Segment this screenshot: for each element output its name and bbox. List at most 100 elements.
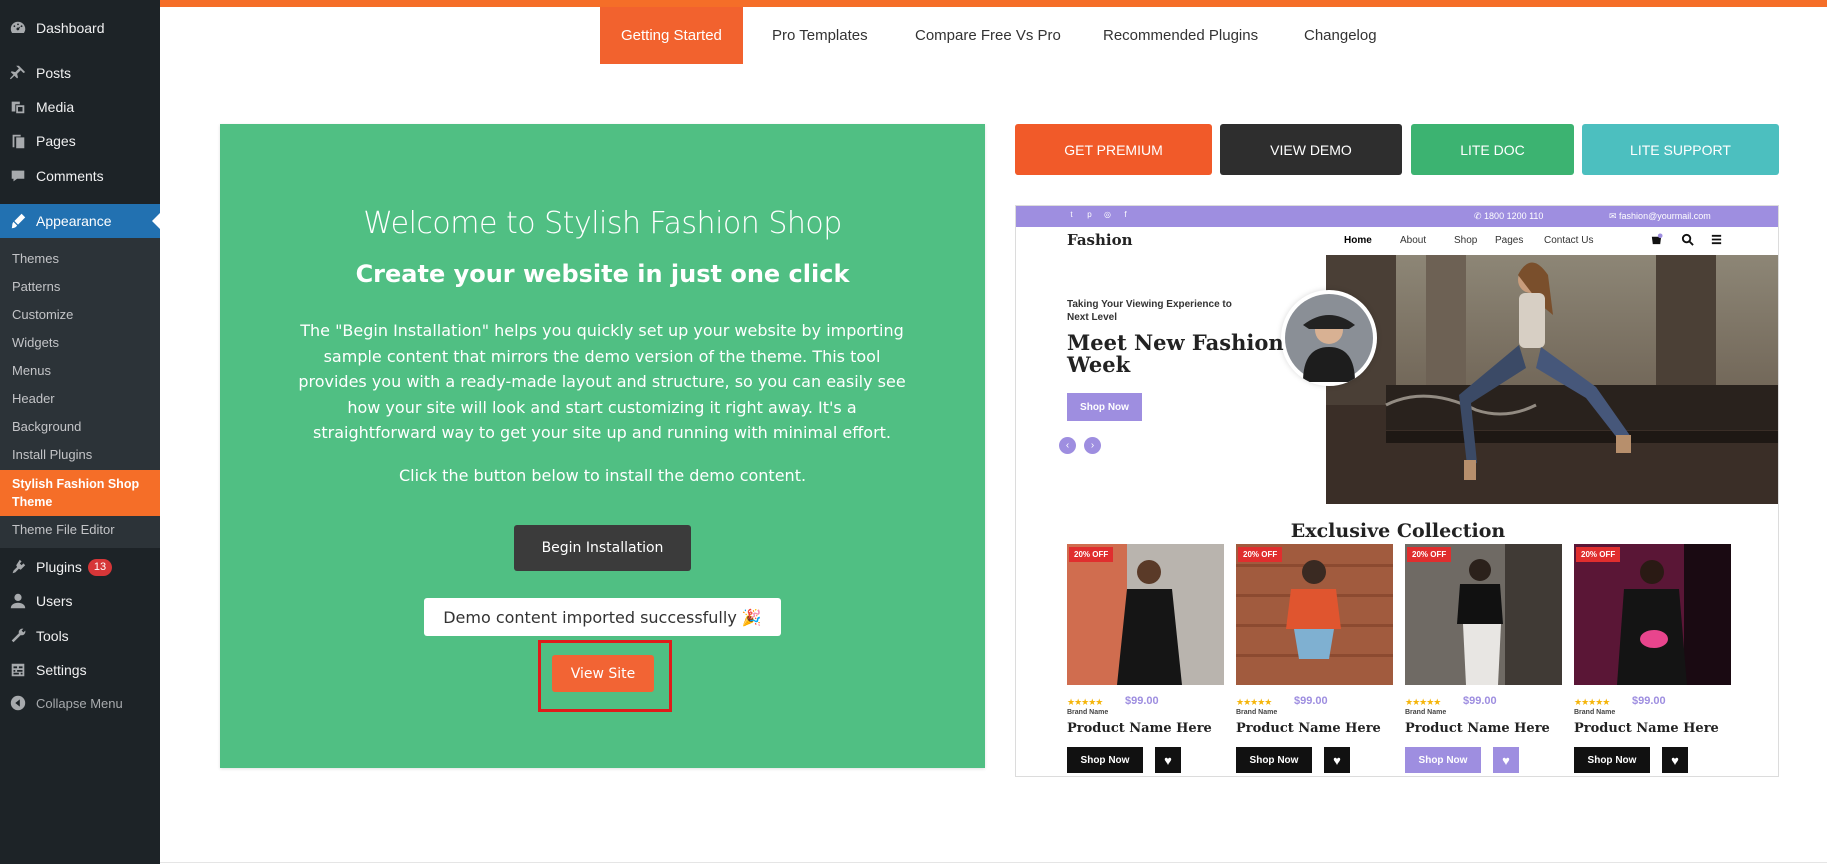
get-premium-button[interactable]: GET PREMIUM (1015, 124, 1212, 175)
heart-icon: ♥ (1493, 747, 1519, 773)
instagram-icon: ◎ (1104, 210, 1111, 219)
product-card: 20% OFF ★★★★★ $99.00 Brand Name Product … (1405, 544, 1562, 776)
product-price: $99.00 (1294, 695, 1328, 707)
hero-photo (1326, 255, 1778, 504)
collapse-menu-button[interactable]: Collapse Menu (0, 686, 160, 720)
lite-support-button[interactable]: LITE SUPPORT (1582, 124, 1779, 175)
sidebar-item-comments[interactable]: Comments (0, 159, 160, 193)
sidebar-item-plugins[interactable]: Plugins 13 (0, 550, 160, 584)
submenu-item-stylish-fashion-shop-theme[interactable]: Stylish Fashion Shop Theme (0, 470, 160, 516)
heart-icon: ♥ (1155, 747, 1181, 773)
rating-stars: ★★★★★ (1067, 697, 1103, 707)
submenu-item-background[interactable]: Background (12, 419, 160, 434)
preview-logo: Fashion (1067, 231, 1133, 249)
media-icon (0, 98, 36, 116)
plugin-update-badge: 13 (87, 558, 113, 576)
hero-title: Meet New Fashion Week (1067, 330, 1284, 377)
sidebar-item-pages[interactable]: Pages (0, 124, 160, 158)
product-image (1236, 544, 1393, 685)
submenu-item-header[interactable]: Header (12, 391, 160, 406)
dashboard-icon (0, 19, 36, 37)
submenu-item-install-plugins[interactable]: Install Plugins (12, 447, 160, 462)
product-shop-now-button: Shop Now (1236, 747, 1312, 773)
tab-getting-started[interactable]: Getting Started (600, 7, 743, 64)
product-price: $99.00 (1125, 695, 1159, 707)
pages-icon (0, 132, 36, 150)
product-card: 20% OFF ★★★★★ $99.00 Brand Name Product … (1236, 544, 1393, 776)
pin-icon (0, 64, 36, 82)
tab-changelog[interactable]: Changelog (1304, 7, 1377, 64)
rating-stars: ★★★★★ (1574, 697, 1610, 707)
hero-avatar (1281, 290, 1377, 386)
product-shop-now-button: Shop Now (1405, 747, 1481, 773)
submenu-item-menus[interactable]: Menus (12, 363, 160, 378)
search-icon (1681, 233, 1694, 246)
sidebar-item-label: Comments (36, 168, 104, 184)
sidebar-item-settings[interactable]: Settings (0, 653, 160, 687)
product-price: $99.00 (1463, 695, 1497, 707)
tab-compare-free-vs-pro[interactable]: Compare Free Vs Pro (915, 7, 1061, 64)
sidebar-item-label: Dashboard (36, 20, 105, 36)
preview-topbar: t p ◎ f ✆ 1800 1200 110 ✉ fashion@yourma… (1016, 206, 1778, 227)
heart-icon: ♥ (1324, 747, 1350, 773)
submenu-item-theme-file-editor[interactable]: Theme File Editor (12, 522, 160, 537)
hero-shop-now-button: Shop Now (1067, 393, 1142, 421)
prev-arrow-icon: ‹ (1059, 437, 1076, 454)
product-price: $99.00 (1632, 695, 1666, 707)
product-image (1067, 544, 1224, 685)
top-accent-strip (160, 0, 1827, 7)
hero-tagline: Taking Your Viewing Experience to Next L… (1067, 299, 1232, 323)
sidebar-item-tools[interactable]: Tools (0, 619, 160, 653)
product-brand: Brand Name (1236, 709, 1278, 716)
product-image (1405, 544, 1562, 685)
product-shop-now-button: Shop Now (1574, 747, 1650, 773)
admin-sidebar: Dashboard Posts Media Pages Comments App… (0, 0, 160, 864)
submenu-item-customize[interactable]: Customize (12, 307, 160, 322)
sidebar-item-label: Media (36, 99, 75, 115)
discount-badge: 20% OFF (1069, 547, 1114, 562)
cart-icon (1651, 233, 1663, 245)
sidebar-item-media[interactable]: Media (0, 90, 160, 124)
product-brand: Brand Name (1067, 709, 1109, 716)
preview-phone: ✆ 1800 1200 110 (1474, 211, 1544, 221)
wrench-icon (0, 627, 36, 645)
product-name: Product Name Here (1405, 721, 1550, 736)
pinterest-icon: p (1087, 210, 1092, 219)
sidebar-item-dashboard[interactable]: Dashboard (0, 11, 160, 45)
collapse-icon (0, 694, 36, 712)
product-brand: Brand Name (1405, 709, 1447, 716)
submenu-item-widgets[interactable]: Widgets (12, 335, 160, 350)
welcome-description: The "Begin Installation" helps you quick… (298, 321, 906, 442)
comment-icon (0, 167, 36, 185)
sidebar-item-users[interactable]: Users (0, 584, 160, 618)
submenu-item-themes[interactable]: Themes (12, 251, 160, 266)
rating-stars: ★★★★★ (1405, 697, 1441, 707)
view-demo-button[interactable]: VIEW DEMO (1220, 124, 1402, 175)
sidebar-item-label: Plugins (36, 559, 82, 575)
plugin-icon (0, 558, 36, 576)
footer-divider (160, 862, 1827, 863)
product-card: 20% OFF ★★★★★ $99.00 Brand Name Product … (1067, 544, 1224, 776)
next-arrow-icon: › (1084, 437, 1101, 454)
sidebar-item-appearance[interactable]: Appearance (0, 204, 160, 238)
sidebar-item-label: Appearance (36, 213, 112, 229)
tab-pro-templates[interactable]: Pro Templates (772, 7, 868, 64)
collection-title: Exclusive Collection (1290, 520, 1506, 542)
lite-doc-button[interactable]: LITE DOC (1411, 124, 1574, 175)
preview-nav-home: Home (1344, 235, 1372, 246)
product-card: 20% OFF ★★★★★ $99.00 Brand Name Product … (1574, 544, 1731, 776)
welcome-panel: Welcome to Stylish Fashion Shop Create y… (220, 124, 985, 768)
begin-installation-button[interactable]: Begin Installation (514, 525, 691, 571)
sidebar-item-label: Posts (36, 65, 72, 81)
view-site-button[interactable]: View Site (552, 655, 654, 692)
discount-badge: 20% OFF (1407, 547, 1452, 562)
sidebar-item-posts[interactable]: Posts (0, 56, 160, 90)
tab-recommended-plugins[interactable]: Recommended Plugins (1103, 7, 1258, 64)
welcome-title: Welcome to Stylish Fashion Shop (363, 206, 842, 241)
brush-icon (0, 212, 36, 230)
welcome-subtitle: Create your website in just one click (355, 260, 850, 288)
preview-nav-pages: Pages (1495, 235, 1524, 246)
sidebar-item-label: Users (36, 593, 73, 609)
theme-preview-screenshot: t p ◎ f ✆ 1800 1200 110 ✉ fashion@yourma… (1015, 205, 1779, 777)
submenu-item-patterns[interactable]: Patterns (12, 279, 160, 294)
